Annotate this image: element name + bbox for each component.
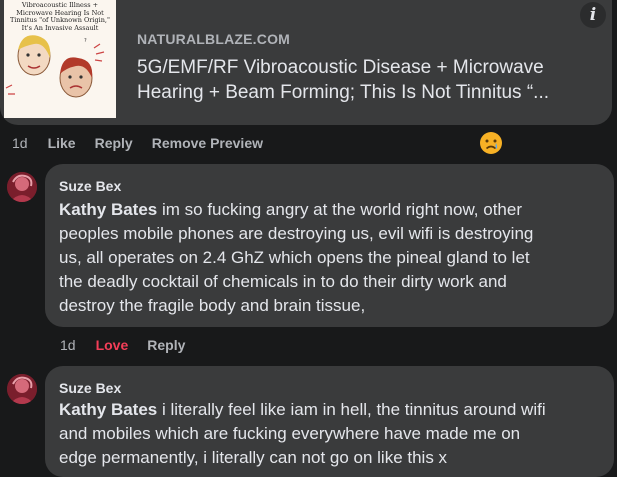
comment-action-row: 1d Love Reply <box>60 337 204 353</box>
avatar-image <box>7 374 37 404</box>
timestamp[interactable]: 1d <box>60 337 76 353</box>
comment-bubble: Suze Bex Kathy Bates i literally feel li… <box>45 366 614 477</box>
like-button[interactable]: Like <box>48 135 76 151</box>
comment-line: us, all operates on 2.4 GhZ which opens … <box>59 248 530 267</box>
preview-thumbnail[interactable]: Vibroacoustic Illness + Microwave Hearin… <box>4 0 116 118</box>
sad-reaction-icon[interactable] <box>479 131 503 155</box>
preview-domain: NATURALBLAZE.COM <box>137 31 291 47</box>
link-preview-card[interactable]: Vibroacoustic Illness + Microwave Hearin… <box>0 0 612 125</box>
comment-line: edge permanently, i literally can not go… <box>59 448 448 467</box>
comment-line: Kathy Bates im so fucking angry at the w… <box>59 198 607 222</box>
avatar-image <box>7 172 37 202</box>
svg-text:?: ? <box>84 38 87 44</box>
comment-line: the deadly cocktail of chemicals in to d… <box>59 272 507 291</box>
reply-button[interactable]: Reply <box>95 135 133 151</box>
comment-text-segment: im so fucking angry at the world right n… <box>157 200 523 219</box>
comment-text: Kathy Bates i literally feel like iam in… <box>59 398 607 470</box>
comment-line: peoples mobile phones are destroying us,… <box>59 224 534 243</box>
timestamp[interactable]: 1d <box>12 135 28 151</box>
remove-preview-button[interactable]: Remove Preview <box>152 135 263 151</box>
avatar[interactable] <box>7 172 37 202</box>
post-action-row: 1d Like Reply Remove Preview <box>12 135 282 151</box>
avatar[interactable] <box>7 374 37 404</box>
thumbnail-illustration: ? <box>5 35 105 98</box>
comment-text: Kathy Bates im so fucking angry at the w… <box>59 198 607 318</box>
info-icon[interactable]: i <box>580 2 606 28</box>
love-reaction-button[interactable]: Love <box>96 337 129 353</box>
comment-text-segment: i literally feel like iam in hell, the t… <box>157 400 546 419</box>
comment-bubble: Suze Bex Kathy Bates im so fucking angry… <box>45 164 614 327</box>
comment-line: Kathy Bates i literally feel like iam in… <box>59 398 607 422</box>
comment-line: and mobiles which are fucking everywhere… <box>59 424 521 443</box>
mention-link[interactable]: Kathy Bates <box>59 400 157 419</box>
comment-author[interactable]: Suze Bex <box>59 380 121 396</box>
mention-link[interactable]: Kathy Bates <box>59 200 157 219</box>
reply-button[interactable]: Reply <box>147 337 185 353</box>
comment-author[interactable]: Suze Bex <box>59 178 121 194</box>
comment-line: destroy the fragile body and brain tissu… <box>59 296 366 315</box>
preview-title[interactable]: 5G/EMF/RF Vibroacoustic Disease + Microw… <box>137 55 597 105</box>
